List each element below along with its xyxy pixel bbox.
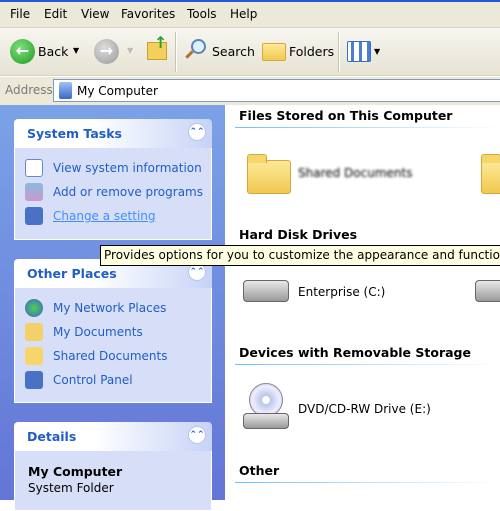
folders-button[interactable]: Folders (289, 44, 334, 59)
details-type: System Folder (28, 481, 114, 495)
forward-dropdown-icon[interactable]: ▼ (127, 46, 133, 55)
dvd-drive-icon[interactable] (243, 413, 289, 429)
section-divider (235, 127, 500, 128)
cd-disc-icon[interactable] (249, 383, 283, 417)
address-bar: Address My Computer (0, 77, 500, 105)
search-button[interactable]: Search (212, 44, 255, 59)
drive-dvd-e[interactable]: DVD/CD-RW Drive (E:) (298, 402, 431, 416)
task-label: Add or remove programs (53, 185, 203, 199)
toolbar: ← Back ▼ → ▼ ↑ Search Folders ▼ (0, 28, 500, 76)
hard-drive-icon[interactable] (475, 280, 500, 302)
address-input[interactable]: My Computer (53, 79, 500, 102)
section-hard-disk-drives: Hard Disk Drives (239, 227, 358, 242)
folder-icon (25, 347, 43, 365)
place-label: Control Panel (53, 373, 133, 387)
place-label: My Documents (53, 325, 143, 339)
menu-edit[interactable]: Edit (44, 7, 67, 21)
control-panel-icon (25, 371, 43, 389)
menu-help[interactable]: Help (230, 7, 257, 21)
menu-file[interactable]: File (10, 7, 30, 21)
details-title: Details (27, 429, 77, 444)
up-folder-icon[interactable]: ↑ (147, 33, 167, 60)
shared-documents-folder[interactable]: Shared Documents (298, 166, 412, 180)
system-info-icon (25, 159, 43, 177)
my-computer-icon (59, 82, 72, 99)
menu-bar: File Edit View Favorites Tools Help (0, 2, 500, 28)
menu-tools[interactable]: Tools (187, 7, 217, 21)
task-add-remove-programs[interactable]: Add or remove programs (25, 182, 203, 202)
views-icon[interactable] (347, 41, 371, 62)
details-panel: Details ⌃⌃ My Computer System Folder (14, 422, 212, 511)
system-tasks-title: System Tasks (27, 126, 122, 141)
my-documents-icon (25, 323, 43, 341)
section-divider (235, 482, 500, 483)
back-arrow-icon[interactable]: ← (10, 39, 35, 64)
folder-icon[interactable] (481, 154, 500, 194)
folder-icon[interactable] (247, 154, 291, 194)
other-places-title: Other Places (27, 266, 117, 281)
menu-favorites[interactable]: Favorites (121, 7, 175, 21)
address-value: My Computer (77, 84, 158, 98)
folders-icon[interactable] (262, 43, 286, 61)
address-label: Address (5, 83, 53, 97)
place-shared-documents[interactable]: Shared Documents (25, 346, 167, 366)
place-my-network-places[interactable]: My Network Places (25, 298, 166, 318)
details-header[interactable]: Details ⌃⌃ (14, 422, 212, 451)
section-divider (235, 364, 500, 365)
place-label: Shared Documents (53, 349, 168, 363)
place-label: My Network Places (53, 301, 167, 315)
place-control-panel[interactable]: Control Panel (25, 370, 133, 390)
views-dropdown-icon[interactable]: ▼ (374, 47, 380, 56)
forward-arrow-icon[interactable]: → (94, 39, 119, 64)
details-name: My Computer (28, 464, 123, 479)
collapse-chevron-icon[interactable]: ⌃⌃ (188, 426, 206, 444)
task-view-system-information[interactable]: View system information (25, 158, 202, 178)
task-pane: System Tasks ⌃⌃ View system information A… (0, 105, 225, 511)
section-other: Other (239, 463, 280, 478)
menu-view[interactable]: View (81, 7, 109, 21)
control-panel-icon (25, 207, 43, 225)
system-tasks-panel: System Tasks ⌃⌃ View system information A… (14, 119, 212, 240)
add-remove-programs-icon (25, 183, 43, 201)
back-button[interactable]: Back (38, 44, 68, 59)
task-label: Change a setting (53, 209, 156, 223)
tooltip: Provides options for you to customize th… (100, 245, 500, 266)
content-pane: Files Stored on This Computer Shared Doc… (225, 105, 500, 500)
search-icon[interactable] (185, 38, 207, 60)
task-change-setting[interactable]: Change a setting (25, 206, 156, 226)
system-tasks-header[interactable]: System Tasks ⌃⌃ (14, 119, 212, 148)
collapse-chevron-icon[interactable]: ⌃⌃ (188, 123, 206, 141)
section-files-stored: Files Stored on This Computer (239, 108, 453, 123)
place-my-documents[interactable]: My Documents (25, 322, 143, 342)
section-removable-storage: Devices with Removable Storage (239, 345, 471, 360)
task-label: View system information (53, 161, 202, 175)
hard-drive-icon[interactable] (243, 280, 289, 302)
drive-enterprise-c[interactable]: Enterprise (C:) (298, 285, 385, 299)
other-places-panel: Other Places ⌃⌃ My Network Places My Docu… (14, 259, 212, 403)
back-dropdown-icon[interactable]: ▼ (73, 46, 79, 55)
network-places-icon (25, 299, 43, 317)
